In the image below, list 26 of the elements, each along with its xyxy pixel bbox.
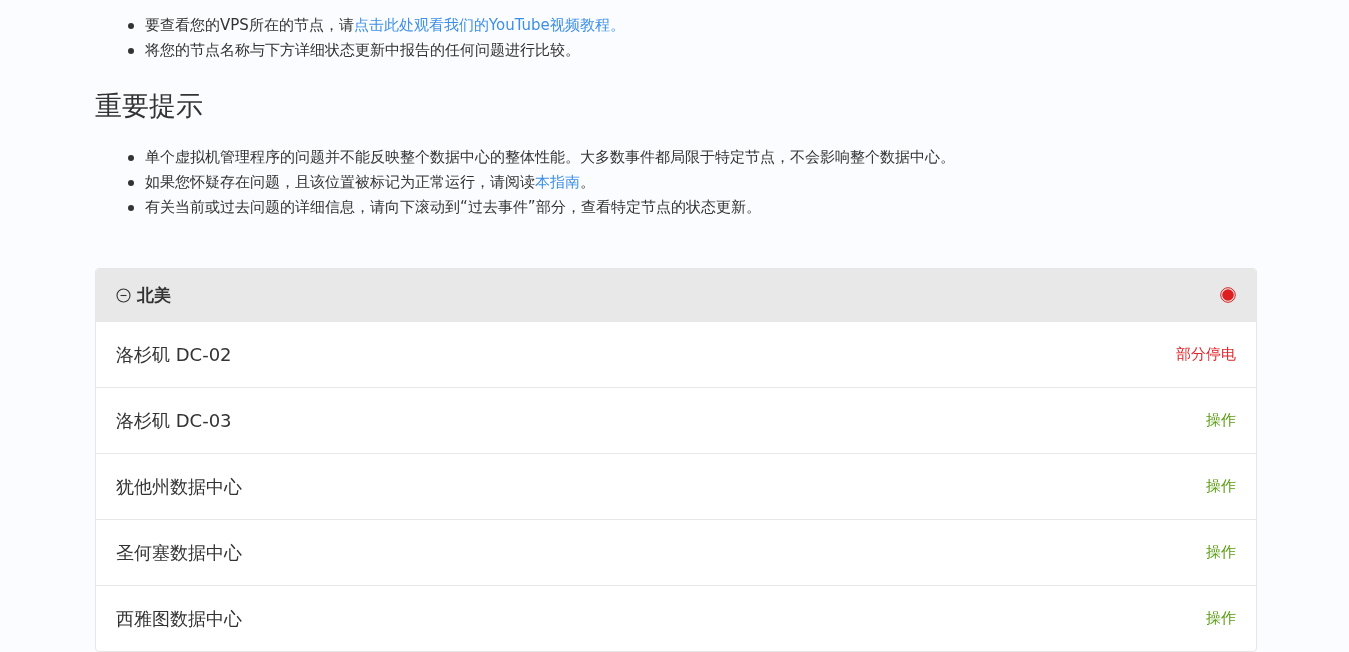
bullet-dot (128, 205, 134, 211)
status-text: 部分停电 (1176, 345, 1236, 364)
status-text: 操作 (1206, 411, 1236, 430)
bullet-dot (128, 48, 134, 54)
section-heading: 重要提示 (95, 89, 204, 123)
datacenter-name: 洛杉矶 DC-02 (116, 342, 232, 367)
datacenter-name: 圣何塞数据中心 (116, 540, 242, 565)
status-text: 操作 (1206, 543, 1236, 562)
bullet-dot (128, 180, 134, 186)
text-link[interactable]: 点击此处观看我们的YouTube视频教程。 (353, 16, 625, 34)
group-header[interactable]: 北美 (96, 269, 1256, 321)
group-name: 北美 (137, 283, 172, 307)
datacenter-name: 洛杉矶 DC-03 (116, 408, 232, 433)
datacenter-name: 犹他州数据中心 (116, 474, 242, 499)
bullet-text: 如果您怀疑存在问题，且该位置被标记为正常运行，请阅读本指南。 (145, 172, 595, 193)
datacenter-name: 西雅图数据中心 (116, 606, 242, 631)
bullet-text: 将您的节点名称与下方详细状态更新中报告的任何问题进行比较。 (145, 40, 580, 61)
bullet-text: 单个虚拟机管理程序的问题并不能反映整个数据中心的整体性能。大多数事件都局限于特定节点，不会影响整个数据中心。 (145, 147, 955, 168)
bullet-dot (128, 155, 134, 161)
bullet-dot (128, 23, 134, 29)
collapse-icon[interactable] (116, 287, 131, 303)
bullet-text: 有关当前或过去问题的详细信息，请向下滚动到“过去事件”部分，查看特定节点的状态更新。 (145, 197, 761, 218)
status-text: 操作 (1206, 477, 1236, 496)
status-text: 操作 (1206, 609, 1236, 628)
bullet-text: 要查看您的VPS所在的节点，请点击此处观看我们的YouTube视频教程。 (145, 15, 625, 36)
text-link[interactable]: 本指南 (535, 173, 580, 191)
